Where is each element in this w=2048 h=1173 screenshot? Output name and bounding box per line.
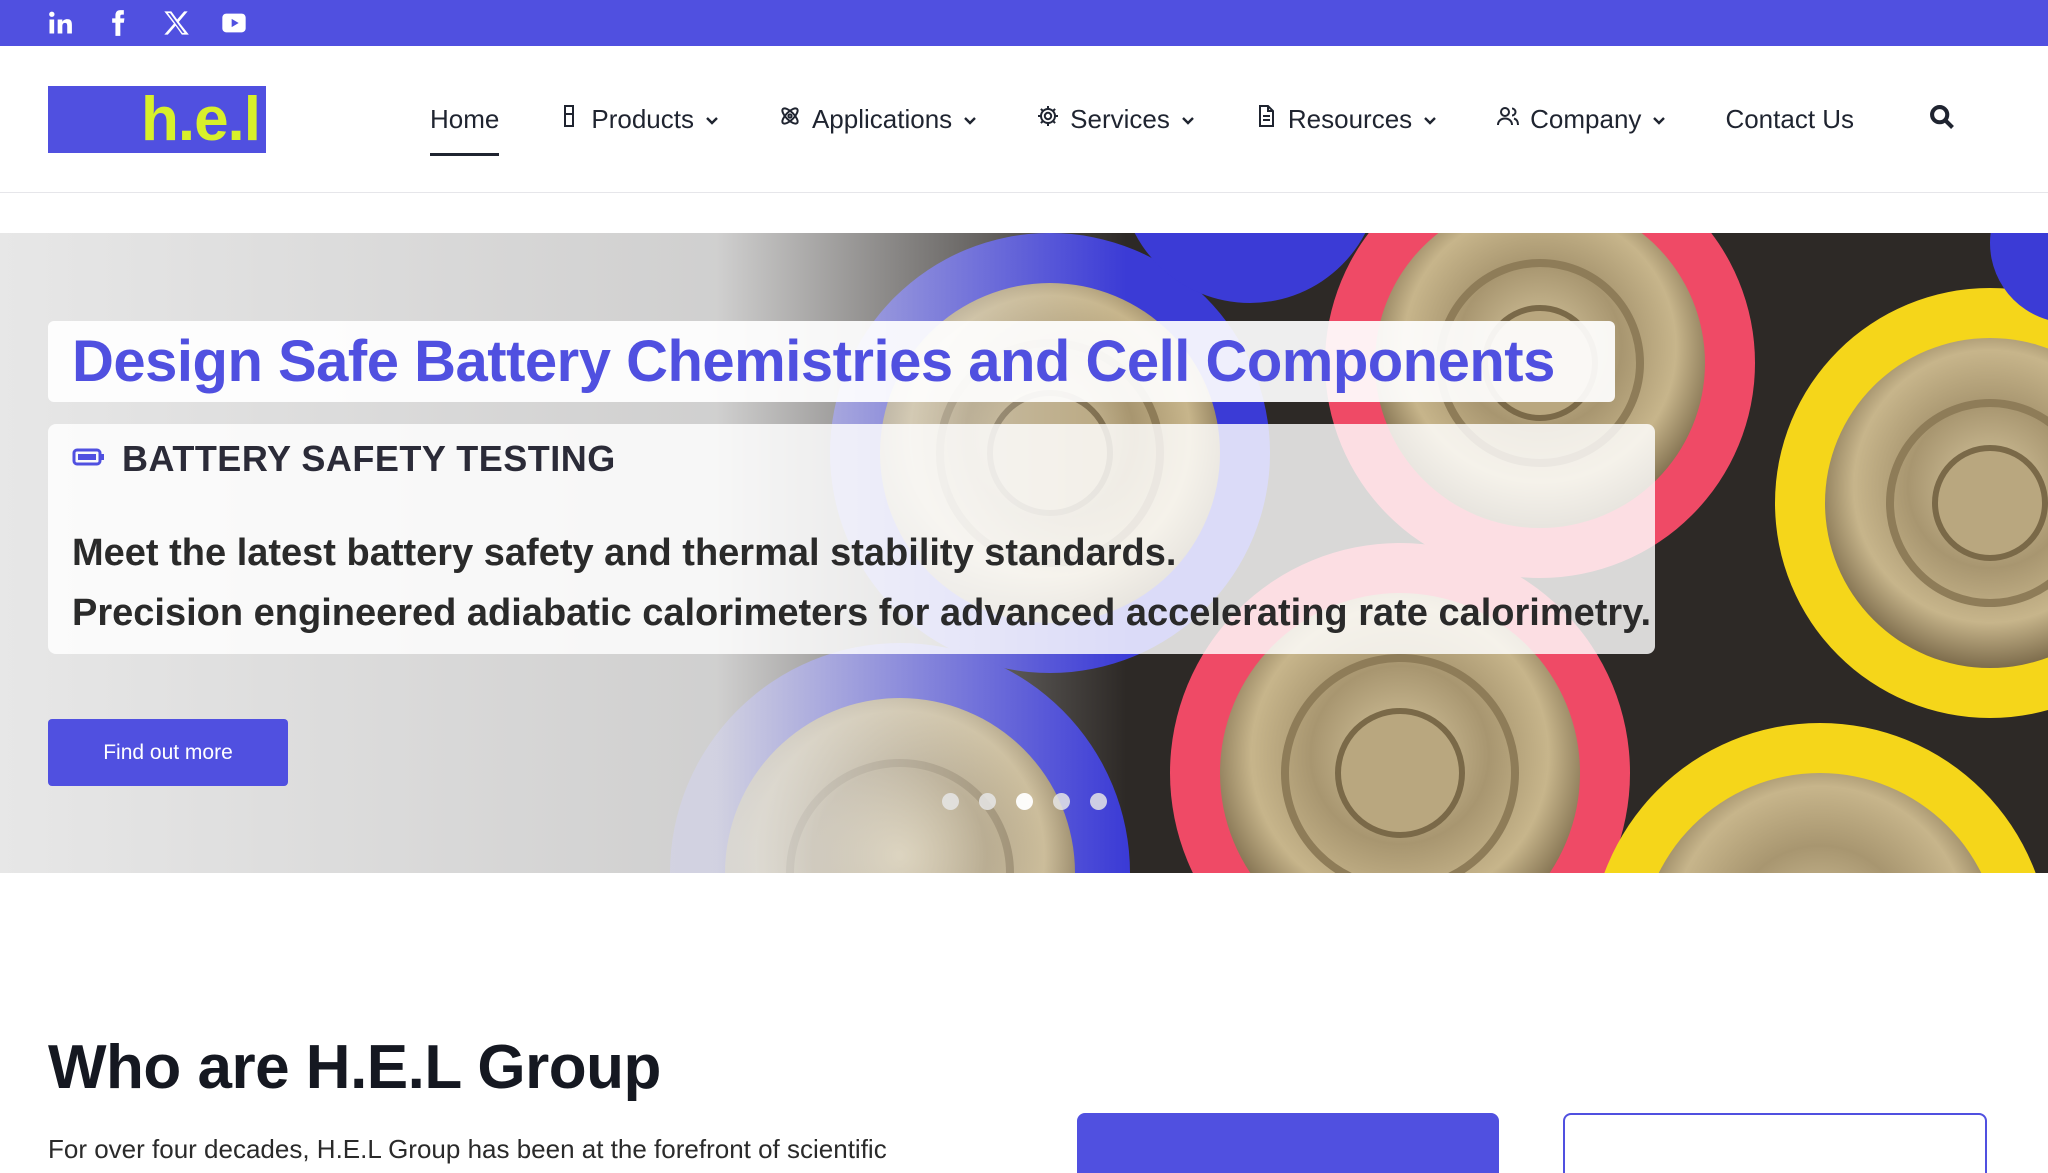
slider-dot[interactable] [1016, 793, 1033, 810]
hel-logo[interactable]: h.e.l [48, 86, 266, 153]
nav-resources[interactable]: Resources [1254, 90, 1438, 150]
chevron-down-icon [962, 104, 978, 135]
nav-products-label: Products [591, 104, 694, 134]
nav-contact-label: Contact Us [1725, 104, 1855, 134]
nav-applications-label: Applications [811, 104, 953, 134]
search-icon[interactable] [1928, 103, 1958, 133]
slider-dot[interactable] [942, 793, 959, 810]
feature-card-outline[interactable] [1563, 1113, 1987, 1173]
chevron-down-icon [1180, 104, 1196, 135]
battery-icon [72, 447, 106, 472]
nav-services[interactable]: Services [1036, 90, 1196, 150]
hero-tag: BATTERY SAFETY TESTING [72, 438, 616, 480]
nav-products[interactable]: Products [557, 90, 720, 150]
hero-title-box: Design Safe Battery Chemistries and Cell… [48, 321, 1615, 402]
section-intro-text: For over four decades, H.E.L Group has b… [48, 1134, 887, 1164]
hero-line-1: Meet the latest battery safety and therm… [72, 532, 1177, 574]
nav-services-label: Services [1070, 104, 1170, 134]
hero-description-card: BATTERY SAFETY TESTING Meet the latest b… [48, 424, 1655, 654]
nav-contact[interactable]: Contact Us [1725, 90, 1854, 150]
hero-tag-text: BATTERY SAFETY TESTING [122, 438, 616, 479]
chevron-down-icon [1422, 104, 1438, 135]
nav-resources-label: Resources [1287, 104, 1413, 134]
find-out-more-button[interactable]: Find out more [48, 719, 288, 786]
nav-applications[interactable]: Applications [778, 90, 978, 150]
flask-icon [557, 104, 581, 135]
chevron-down-icon [704, 104, 720, 135]
hero-slider: Design Safe Battery Chemistries and Cell… [0, 233, 2048, 873]
slider-dots [942, 793, 1107, 810]
slider-dot[interactable] [1053, 793, 1070, 810]
x-icon[interactable] [162, 9, 190, 37]
chevron-down-icon [1651, 104, 1667, 135]
gear-icon [1036, 104, 1060, 135]
section-title: Who are H.E.L Group [48, 1033, 661, 1102]
site-header: h.e.l Home Products Applications Service… [0, 46, 2048, 193]
social-bar [0, 0, 2048, 46]
slider-dot[interactable] [979, 793, 996, 810]
users-icon [1496, 104, 1520, 135]
linkedin-icon[interactable] [46, 9, 74, 37]
nav-company-label: Company [1530, 104, 1642, 134]
atom-icon [778, 104, 802, 135]
nav-company[interactable]: Company [1496, 90, 1667, 150]
nav-home[interactable]: Home [430, 90, 500, 156]
nav-home-label: Home [430, 104, 500, 134]
document-icon [1254, 104, 1278, 135]
main-nav: Home Products Applications Services Reso… [430, 46, 1854, 193]
facebook-icon[interactable] [104, 9, 132, 37]
slider-dot[interactable] [1090, 793, 1107, 810]
logo-text: h.e.l [140, 84, 261, 154]
youtube-icon[interactable] [220, 9, 248, 37]
hero-title: Design Safe Battery Chemistries and Cell… [72, 329, 1555, 394]
hero-line-2: Precision engineered adiabatic calorimet… [72, 592, 1652, 634]
feature-card-primary[interactable] [1077, 1113, 1499, 1173]
